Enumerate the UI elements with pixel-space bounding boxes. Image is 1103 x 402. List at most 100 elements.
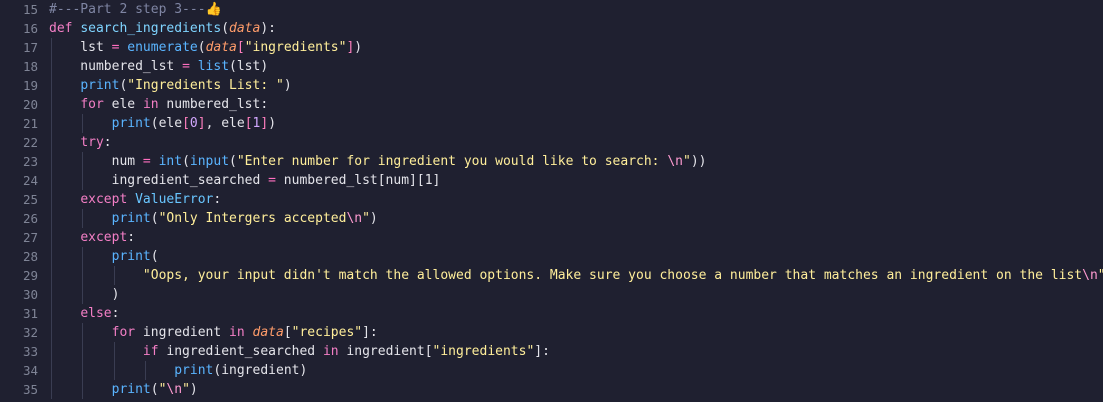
indent-guide <box>51 38 52 57</box>
code-token: try <box>80 135 104 150</box>
code-line[interactable]: 18 numbered_lst = list(lst) <box>0 57 1103 76</box>
code-line[interactable]: 33 if ingredient_searched in ingredient[… <box>0 342 1103 361</box>
code-text[interactable]: for ele in numbered_lst: <box>49 95 268 114</box>
code-line[interactable]: 21 print(ele[0], ele[1]) <box>0 114 1103 133</box>
code-token: data <box>252 325 284 340</box>
line-number: 19 <box>22 78 38 93</box>
code-token: else <box>80 306 112 321</box>
code-line[interactable]: 34 print(ingredient) <box>0 361 1103 380</box>
code-token: " <box>182 382 190 397</box>
indent-guide <box>51 114 52 133</box>
code-text[interactable]: #---Part 2 step 3---👍 <box>49 0 222 19</box>
code-token: data <box>229 21 261 36</box>
indent-guide <box>51 190 52 209</box>
code-token: print <box>174 363 214 378</box>
code-token: \n <box>667 154 683 169</box>
code-token: "Only Intergers accepted <box>158 211 347 226</box>
code-token: enumerate <box>127 40 198 55</box>
code-text[interactable]: else: <box>49 304 119 323</box>
code-token: ): <box>260 21 276 36</box>
code-token: ( <box>221 21 230 36</box>
code-text[interactable]: ) <box>49 285 119 304</box>
code-token: in <box>322 344 339 359</box>
code-token: ele <box>103 97 143 112</box>
code-text[interactable]: try: <box>49 133 112 152</box>
code-token: \n <box>346 211 363 226</box>
code-line[interactable]: 17 lst = enumerate(data["ingredients"]) <box>0 38 1103 57</box>
code-line[interactable]: 22 try: <box>0 133 1103 152</box>
code-editor[interactable]: 15 #---Part 2 step 3---👍 16 def search_ingr… <box>0 0 1103 402</box>
code-text[interactable]: print(ingredient) <box>49 361 307 380</box>
code-token: = <box>142 154 151 169</box>
code-line[interactable]: 25 except ValueError: <box>0 190 1103 209</box>
code-token: (ele <box>150 116 183 131</box>
code-text[interactable]: if ingredient_searched in ingredient["in… <box>49 342 550 361</box>
code-token: = <box>182 59 190 74</box>
code-line[interactable]: 16 def search_ingredients(data): <box>0 19 1103 38</box>
code-line[interactable]: 31 else: <box>0 304 1103 323</box>
code-line[interactable]: 29 "Oops, your input didn't match the al… <box>0 266 1103 285</box>
indent-guide <box>51 323 52 342</box>
code-text[interactable]: ingredient_searched = numbered_lst[num][… <box>49 171 440 190</box>
code-line[interactable]: 26 print("Only Intergers accepted\n") <box>0 209 1103 228</box>
code-text[interactable]: num = int(input("Enter number for ingred… <box>49 152 706 171</box>
code-token: in <box>142 97 159 112</box>
code-text[interactable]: numbered_lst = list(lst) <box>49 57 268 76</box>
code-token: search_ingredients <box>80 21 222 36</box>
indent-guide <box>51 209 52 228</box>
code-token: (ingredient) <box>213 363 308 378</box>
indent-guide <box>51 285 52 304</box>
code-token: , ele <box>205 116 245 131</box>
indent-guide <box>82 247 84 266</box>
code-text[interactable]: def search_ingredients(data): <box>49 19 276 38</box>
code-text[interactable]: except: <box>49 228 135 247</box>
code-token: if <box>142 344 159 359</box>
code-text[interactable]: for ingredient in data["recipes"]: <box>49 323 378 342</box>
code-token: : <box>111 306 120 321</box>
code-line[interactable]: 30 ) <box>0 285 1103 304</box>
line-number: 16 <box>22 21 38 36</box>
code-token: \n <box>166 382 183 397</box>
indent-guide <box>82 209 84 228</box>
code-token: in <box>229 325 245 340</box>
indent-guide <box>51 76 52 95</box>
code-text[interactable]: "Oops, your input didn't match the allow… <box>49 266 1103 285</box>
indent-guide <box>82 323 84 342</box>
code-token: except <box>80 230 128 245</box>
code-line[interactable]: 32 for ingredient in data["recipes"]: <box>0 323 1103 342</box>
code-text[interactable]: print(ele[0], ele[1]) <box>49 114 276 133</box>
code-text[interactable]: lst = enumerate(data["ingredients"]) <box>49 38 362 57</box>
code-line[interactable]: 19 print("Ingredients List: ") <box>0 76 1103 95</box>
code-token: ValueError <box>135 192 214 207</box>
code-line[interactable]: 23 num = int(input("Enter number for ing… <box>0 152 1103 171</box>
code-line[interactable]: 28 print( <box>0 247 1103 266</box>
code-line[interactable]: 24 ingredient_searched = numbered_lst[nu… <box>0 171 1103 190</box>
code-line[interactable]: 27 except: <box>0 228 1103 247</box>
code-token: "Enter number for ingredient you would l… <box>236 154 668 169</box>
code-token: for <box>80 97 104 112</box>
code-token: lst <box>49 40 112 55</box>
code-text[interactable]: print("Only Intergers accepted\n") <box>49 209 378 228</box>
code-text[interactable]: except ValueError: <box>49 190 221 209</box>
code-token: : <box>127 230 136 245</box>
code-token: ) <box>283 78 292 93</box>
indent-guide <box>82 285 84 304</box>
code-token: print <box>111 116 151 131</box>
line-number: 28 <box>22 249 38 264</box>
code-text[interactable]: print("Ingredients List: ") <box>49 76 292 95</box>
code-line[interactable]: 20 for ele in numbered_lst: <box>0 95 1103 114</box>
code-text[interactable]: print("\n") <box>49 380 198 399</box>
code-line[interactable]: 15 #---Part 2 step 3---👍 <box>0 0 1103 19</box>
code-line[interactable]: 35 print("\n") <box>0 380 1103 399</box>
code-token: ) <box>49 287 120 302</box>
code-text[interactable]: print( <box>49 247 159 266</box>
code-token: = <box>268 173 276 188</box>
